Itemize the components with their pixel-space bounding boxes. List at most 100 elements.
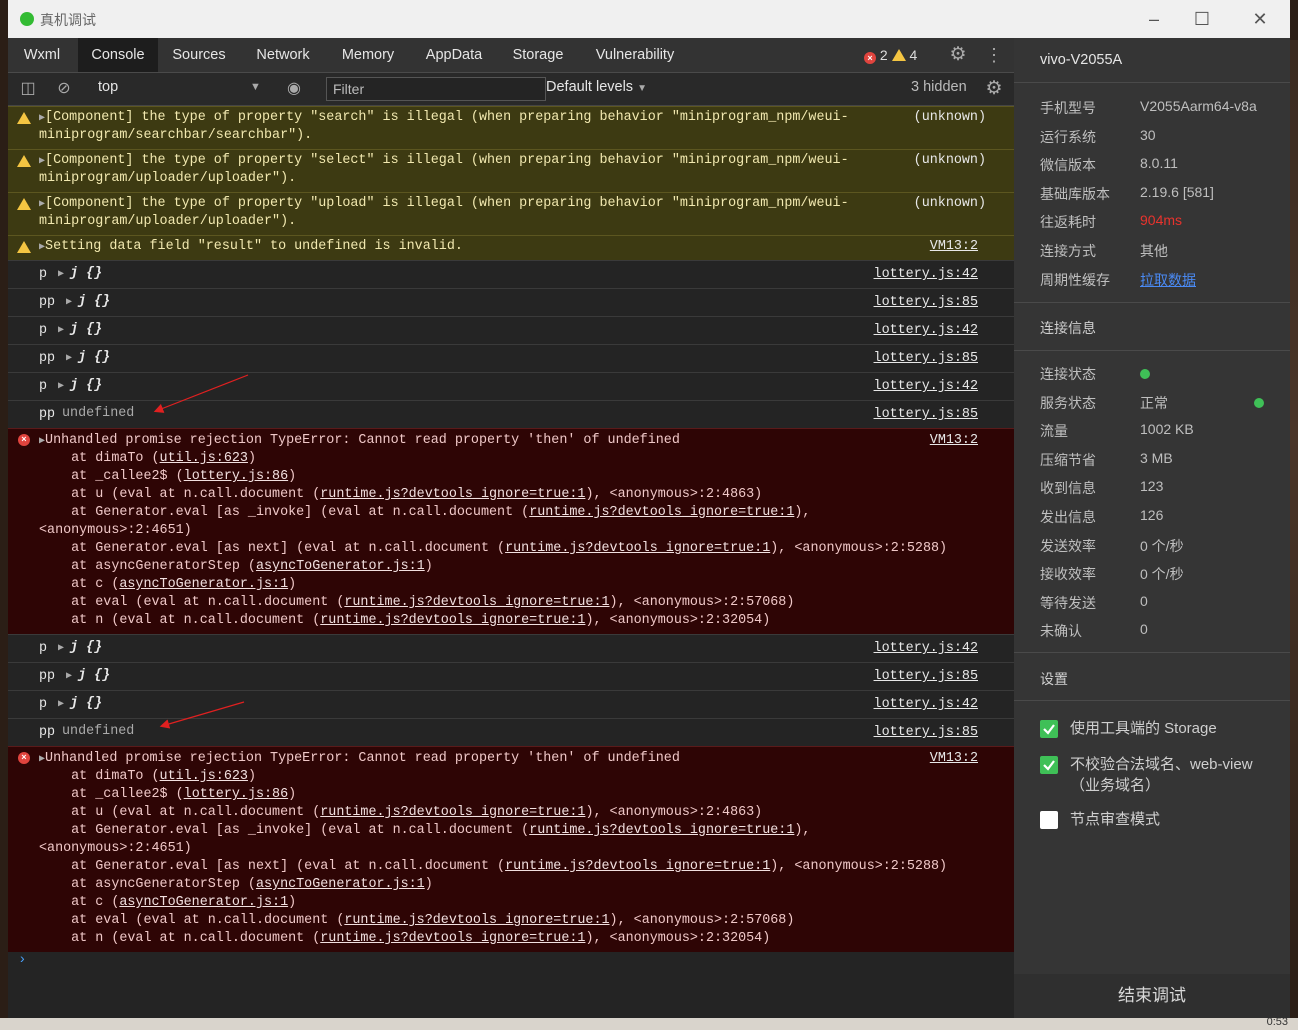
stack-source-link[interactable]: util.js:623 — [160, 769, 248, 784]
expand-triangle-icon[interactable]: ▶ — [66, 297, 78, 308]
chevron-down-icon[interactable]: ▼ — [250, 81, 261, 93]
stack-source-link[interactable]: runtime.js?devtools_ignore=true:1 — [344, 913, 609, 928]
log-value[interactable]: ▶ j {} — [66, 668, 110, 683]
log-value[interactable]: ▶ j {} — [58, 696, 102, 711]
console-settings-icon[interactable]: ⚙ — [984, 79, 1004, 99]
source-link[interactable]: VM13:2 — [870, 751, 978, 766]
log-label: pp — [39, 351, 56, 366]
log-value[interactable]: ▶ j {} — [66, 350, 110, 365]
source-link[interactable]: lottery.js:85 — [870, 407, 978, 422]
tab-vulnerability[interactable]: Vulnerability — [585, 38, 685, 72]
info-value[interactable]: 拉取数据 — [1140, 270, 1196, 290]
log-value[interactable]: ▶ j {} — [58, 378, 102, 393]
conn-key: 收到信息 — [1040, 480, 1096, 497]
log-value[interactable]: undefined — [62, 406, 134, 421]
source-link[interactable]: lottery.js:42 — [870, 323, 978, 338]
source-link[interactable]: (unknown) — [878, 153, 986, 168]
gear-icon[interactable]: ⚙ — [948, 45, 968, 65]
log-label: p — [39, 641, 48, 656]
more-icon[interactable]: ⋮ — [984, 45, 1004, 65]
expand-triangle-icon[interactable]: ▶ — [58, 381, 70, 392]
console-prompt-icon[interactable]: › — [20, 950, 25, 966]
stack-source-link[interactable]: runtime.js?devtools_ignore=true:1 — [529, 505, 794, 520]
levels-chevron-icon: ▼ — [637, 83, 647, 94]
stack-source-link[interactable]: runtime.js?devtools_ignore=true:1 — [344, 595, 609, 610]
settings-checkbox[interactable] — [1040, 720, 1058, 738]
log-value[interactable]: ▶ j {} — [58, 640, 102, 655]
source-link[interactable]: lottery.js:85 — [870, 351, 978, 366]
stack-source-link[interactable]: lottery.js:86 — [184, 787, 288, 802]
error-message[interactable]: ▶Unhandled promise rejection TypeError: … — [39, 751, 680, 766]
stack-source-link[interactable]: asyncToGenerator.js:1 — [256, 877, 425, 892]
stack-source-link[interactable]: runtime.js?devtools_ignore=true:1 — [320, 931, 585, 946]
stack-frame: at eval (eval at n.call.document (runtim… — [39, 595, 794, 610]
log-value[interactable]: ▶ j {} — [58, 322, 102, 337]
source-link[interactable]: lottery.js:42 — [870, 697, 978, 712]
end-debug-button[interactable]: 结束调试 — [1014, 974, 1290, 1018]
stack-text: at Generator.eval [as _invoke] (eval at … — [39, 505, 530, 520]
stack-source-link[interactable]: runtime.js?devtools_ignore=true:1 — [320, 613, 585, 628]
tab-appdata[interactable]: AppData — [418, 38, 490, 72]
stack-source-link[interactable]: runtime.js?devtools_ignore=true:1 — [529, 823, 794, 838]
tab-wxml[interactable]: Wxml — [8, 38, 76, 72]
source-link[interactable]: (unknown) — [878, 110, 986, 125]
source-link[interactable]: VM13:2 — [870, 433, 978, 448]
maximize-icon[interactable]: ☐ — [1188, 6, 1216, 32]
expand-triangle-icon[interactable]: ▶ — [58, 643, 70, 654]
warning-message[interactable]: ▶Setting data field "result" to undefine… — [39, 239, 463, 254]
stack-text: at n (eval at n.call.document ( — [39, 931, 321, 946]
tab-sources[interactable]: Sources — [165, 38, 233, 72]
context-selector[interactable]: top — [98, 79, 118, 95]
warning-message[interactable]: ▶[Component] the type of property "searc… — [39, 110, 849, 125]
issue-counts[interactable]: × 2 4 — [864, 38, 917, 72]
source-link[interactable]: lottery.js:42 — [870, 267, 978, 282]
warning-message[interactable]: ▶[Component] the type of property "selec… — [39, 153, 849, 168]
tab-network[interactable]: Network — [247, 38, 319, 72]
stack-source-link[interactable]: runtime.js?devtools_ignore=true:1 — [320, 487, 585, 502]
log-value[interactable]: ▶ j {} — [66, 294, 110, 309]
source-link[interactable]: (unknown) — [878, 196, 986, 211]
warning-message[interactable]: ▶[Component] the type of property "uploa… — [39, 196, 849, 211]
log-label: pp — [39, 407, 56, 422]
stack-text: at _callee2$ ( — [39, 469, 184, 484]
stack-text: ) — [424, 877, 433, 892]
source-link[interactable]: lottery.js:85 — [870, 725, 978, 740]
clear-console-icon[interactable]: ⊘ — [54, 79, 74, 99]
log-value[interactable]: undefined — [62, 724, 134, 739]
stack-source-link[interactable]: util.js:623 — [160, 451, 248, 466]
source-link[interactable]: lottery.js:85 — [870, 669, 978, 684]
settings-checkbox[interactable] — [1040, 811, 1058, 829]
expand-triangle-icon[interactable]: ▶ — [58, 699, 70, 710]
source-link[interactable]: lottery.js:42 — [870, 379, 978, 394]
expand-triangle-icon[interactable]: ▶ — [66, 671, 78, 682]
close-icon[interactable]: ✕ — [1246, 6, 1274, 32]
stack-source-link[interactable]: runtime.js?devtools_ignore=true:1 — [320, 805, 585, 820]
stack-source-link[interactable]: lottery.js:86 — [184, 469, 288, 484]
eye-icon[interactable]: ◉ — [284, 79, 304, 99]
tab-memory[interactable]: Memory — [333, 38, 403, 72]
settings-checkbox[interactable] — [1040, 756, 1058, 774]
source-link[interactable]: lottery.js:42 — [870, 641, 978, 656]
expand-triangle-icon[interactable]: ▶ — [58, 269, 70, 280]
stack-source-link[interactable]: runtime.js?devtools_ignore=true:1 — [505, 541, 770, 556]
log-value[interactable]: ▶ j {} — [58, 266, 102, 281]
tab-console[interactable]: Console — [78, 38, 158, 72]
stack-source-link[interactable]: asyncToGenerator.js:1 — [119, 895, 288, 910]
expand-triangle-icon[interactable]: ▶ — [58, 325, 70, 336]
filter-input[interactable] — [326, 77, 546, 101]
stack-frame: at dimaTo (util.js:623) — [39, 769, 256, 784]
stack-text: at n (eval at n.call.document ( — [39, 613, 321, 628]
stack-source-link[interactable]: runtime.js?devtools_ignore=true:1 — [505, 859, 770, 874]
tab-storage[interactable]: Storage — [505, 38, 571, 72]
expand-triangle-icon[interactable]: ▶ — [66, 353, 78, 364]
log-levels-dropdown[interactable]: Default levels ▼ — [546, 79, 647, 95]
sidebar-toggle-icon[interactable]: ◫ — [18, 79, 38, 99]
log-label: pp — [39, 669, 56, 684]
minimize-icon[interactable]: – — [1140, 6, 1168, 32]
stack-source-link[interactable]: asyncToGenerator.js:1 — [119, 577, 288, 592]
source-link[interactable]: VM13:2 — [870, 239, 978, 254]
stack-frame: <anonymous>:2:4651) — [39, 523, 192, 538]
stack-source-link[interactable]: asyncToGenerator.js:1 — [256, 559, 425, 574]
error-message[interactable]: ▶Unhandled promise rejection TypeError: … — [39, 433, 680, 448]
source-link[interactable]: lottery.js:85 — [870, 295, 978, 310]
